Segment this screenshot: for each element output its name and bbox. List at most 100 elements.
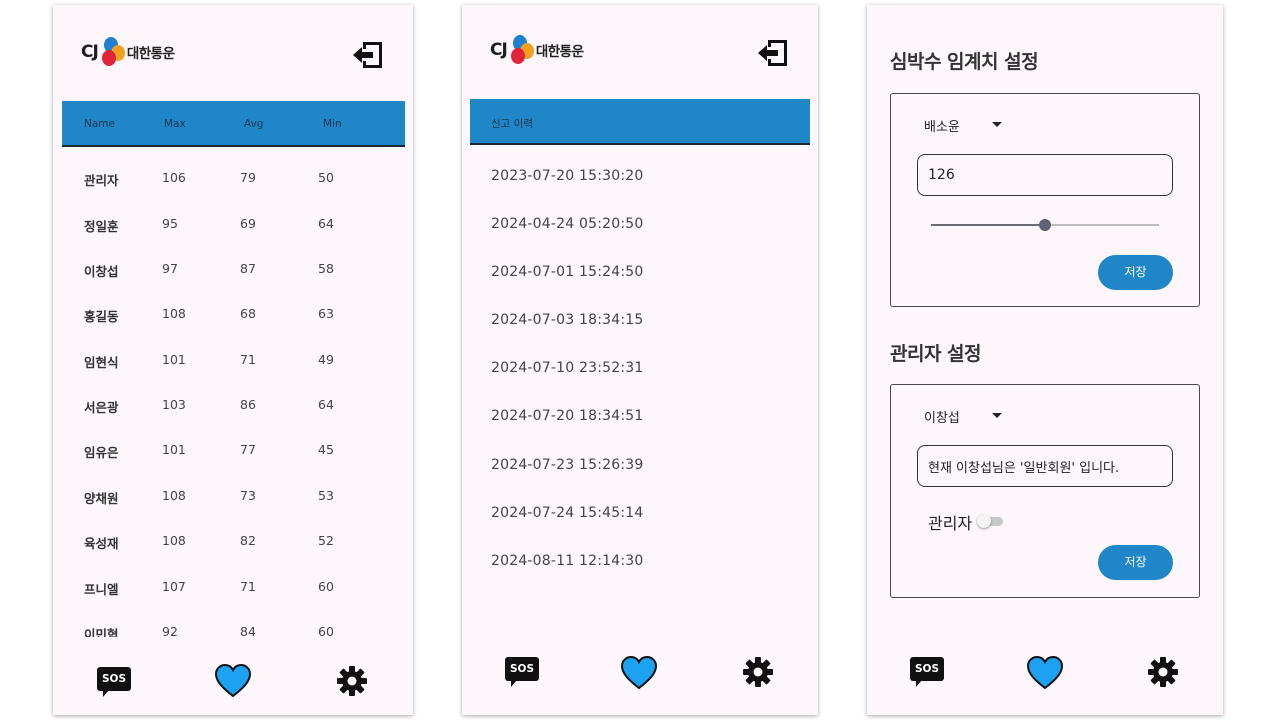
column-avg[interactable]: Avg — [244, 118, 263, 130]
bottom-nav: SOS — [53, 655, 413, 705]
row-name: 관리자 — [84, 173, 119, 188]
admin-toggle-switch[interactable] — [977, 514, 1003, 528]
logo-cj-text: CJ — [490, 40, 508, 60]
threshold-slider[interactable] — [931, 219, 1159, 231]
row-avg: 69 — [240, 216, 256, 231]
history-item[interactable]: 2024-08-11 12:14:30 — [491, 553, 644, 569]
cj-petal-icon — [508, 35, 534, 65]
bottom-nav: SOS — [462, 650, 818, 700]
logout-icon[interactable] — [351, 39, 385, 71]
table-row[interactable]: 관리자 106 79 50 — [53, 170, 413, 190]
column-name[interactable]: Name — [84, 118, 115, 130]
brand-logo: CJ 대한통운 — [81, 37, 175, 67]
row-min: 58 — [318, 261, 334, 276]
threshold-section-title: 심박수 임계치 설정 — [890, 51, 1039, 73]
threshold-card: 배소윤 126 저장 — [890, 93, 1200, 307]
table-row[interactable]: 프니엘 107 71 60 — [53, 579, 413, 599]
row-name: 프니엘 — [84, 582, 119, 597]
history-item[interactable]: 2024-07-24 15:45:14 — [491, 505, 644, 521]
gear-icon[interactable] — [1147, 656, 1179, 688]
row-avg: 68 — [240, 306, 256, 321]
table-row[interactable]: 양채원 108 73 53 — [53, 488, 413, 508]
logo-company-name: 대한통운 — [126, 46, 175, 62]
row-min: 49 — [318, 352, 334, 367]
gear-icon[interactable] — [742, 656, 774, 688]
history-item[interactable]: 2024-04-24 05:20:50 — [491, 216, 644, 232]
history-item[interactable]: 2024-07-03 18:34:15 — [491, 312, 644, 328]
row-avg: 71 — [240, 352, 256, 367]
threshold-save-button[interactable]: 저장 — [1098, 255, 1173, 290]
dropdown-caret-icon — [992, 122, 1002, 127]
history-item[interactable]: 2024-07-20 18:34:51 — [491, 408, 644, 424]
sos-icon[interactable]: SOS — [910, 657, 944, 689]
row-min: 60 — [318, 579, 334, 594]
heart-rate-table-screen: CJ 대한통운 Name Max Avg Min 관리자 106 79 50 정일훈 9… — [53, 5, 413, 715]
admin-selected-user: 이창섭 — [924, 411, 960, 426]
row-min: 64 — [318, 216, 334, 231]
table-row[interactable]: 임현식 101 71 49 — [53, 352, 413, 372]
row-name: 홍길동 — [84, 309, 119, 324]
admin-toggle-label: 관리자 — [928, 514, 973, 533]
row-name: 이민혁 — [84, 627, 119, 637]
dropdown-caret-icon — [992, 413, 1002, 418]
row-max: 101 — [162, 442, 186, 457]
row-avg: 79 — [240, 170, 256, 185]
row-min: 60 — [318, 624, 334, 637]
table-row[interactable]: 육성재 108 82 52 — [53, 533, 413, 553]
row-name: 임유은 — [84, 445, 119, 460]
logo-cj-text: CJ — [81, 42, 99, 62]
row-name: 이창섭 — [84, 264, 119, 279]
admin-save-button[interactable]: 저장 — [1098, 545, 1173, 580]
heart-icon[interactable] — [1026, 655, 1064, 691]
row-max: 108 — [162, 533, 186, 548]
row-max: 108 — [162, 488, 186, 503]
history-header-title: 신고 이력 — [491, 118, 533, 130]
sos-label: SOS — [97, 667, 131, 691]
column-min[interactable]: Min — [323, 118, 342, 130]
heart-icon[interactable] — [214, 663, 252, 699]
row-name: 정일훈 — [84, 219, 119, 234]
row-avg: 87 — [240, 261, 256, 276]
threshold-selected-user: 배소윤 — [924, 120, 960, 135]
cj-petal-icon — [99, 37, 125, 67]
row-max: 95 — [162, 216, 178, 231]
brand-logo: CJ 대한통운 — [490, 35, 584, 65]
table-row[interactable]: 이창섭 97 87 58 — [53, 261, 413, 281]
logout-icon[interactable] — [756, 37, 790, 69]
table-row[interactable]: 정일훈 95 69 64 — [53, 216, 413, 236]
row-avg: 73 — [240, 488, 256, 503]
row-max: 101 — [162, 352, 186, 367]
history-item[interactable]: 2024-07-10 23:52:31 — [491, 360, 644, 376]
row-max: 97 — [162, 261, 178, 276]
gear-icon[interactable] — [336, 665, 368, 697]
admin-section-title: 관리자 설정 — [890, 343, 982, 365]
table-row[interactable]: 서은광 103 86 64 — [53, 397, 413, 417]
row-name: 양채원 — [84, 491, 119, 506]
row-min: 53 — [318, 488, 334, 503]
heart-icon[interactable] — [620, 655, 658, 691]
heart-rate-table[interactable]: 관리자 106 79 50 정일훈 95 69 64 이창섭 97 87 58 홍길동 108 68 6… — [53, 155, 413, 637]
row-name: 서은광 — [84, 400, 119, 415]
column-max[interactable]: Max — [164, 118, 186, 130]
table-row[interactable]: 홍길동 108 68 63 — [53, 306, 413, 326]
history-item[interactable]: 2023-07-20 15:30:20 — [491, 168, 644, 184]
table-row[interactable]: 임유은 101 77 45 — [53, 442, 413, 462]
row-max: 108 — [162, 306, 186, 321]
sos-icon[interactable]: SOS — [505, 657, 539, 689]
table-row[interactable]: 이민혁 92 84 60 — [53, 624, 413, 637]
history-item[interactable]: 2024-07-01 15:24:50 — [491, 264, 644, 280]
settings-screen: 심박수 임계치 설정 배소윤 126 저장 관리자 설정 이창섭 현재 이창섭님… — [867, 5, 1223, 715]
row-avg: 71 — [240, 579, 256, 594]
sos-icon[interactable]: SOS — [97, 667, 131, 699]
slider-thumb[interactable] — [1039, 219, 1051, 231]
row-min: 63 — [318, 306, 334, 321]
threshold-value-input[interactable]: 126 — [917, 154, 1173, 196]
logo-company-name: 대한통운 — [535, 44, 584, 60]
history-item[interactable]: 2024-07-23 15:26:39 — [491, 457, 644, 473]
admin-user-select[interactable]: 이창섭 — [924, 407, 1002, 426]
history-header: 신고 이력 — [470, 99, 810, 145]
threshold-user-select[interactable]: 배소윤 — [924, 116, 1002, 135]
row-avg: 77 — [240, 442, 256, 457]
sos-label: SOS — [910, 657, 944, 681]
admin-status-field[interactable]: 현재 이창섭님은 '일반회원' 입니다. — [917, 445, 1173, 487]
